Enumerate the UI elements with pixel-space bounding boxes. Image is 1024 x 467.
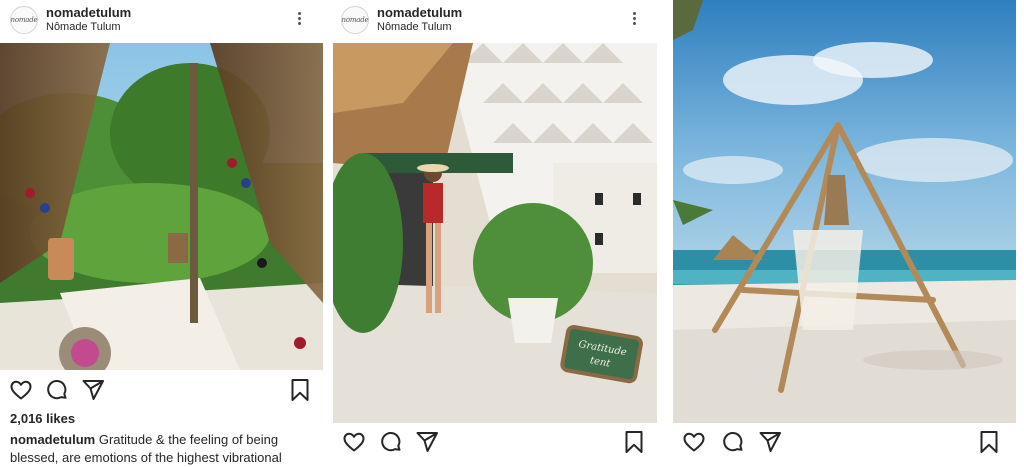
post-photo[interactable] [0, 43, 323, 370]
post-caption: nomadetulum Gratitude & the feeling of b… [10, 431, 310, 467]
share-icon[interactable] [81, 378, 105, 402]
caption-username[interactable]: nomadetulum [10, 432, 95, 447]
avatar[interactable]: nomade [341, 6, 369, 34]
post-photo[interactable]: Gratitude tent [333, 43, 657, 423]
avatar-text: nomade [341, 16, 369, 24]
comment-icon[interactable] [379, 430, 403, 454]
username[interactable]: nomadetulum [46, 5, 131, 20]
post-header: nomade nomadetulum Nômade Tulum [0, 0, 327, 42]
heart-icon[interactable] [9, 378, 33, 402]
share-icon[interactable] [758, 430, 782, 454]
action-bar [671, 430, 1024, 460]
heart-icon[interactable] [342, 430, 366, 454]
post-photo[interactable] [673, 0, 1016, 423]
heart-icon[interactable] [682, 430, 706, 454]
share-icon[interactable] [415, 430, 439, 454]
location[interactable]: Nômade Tulum [377, 21, 452, 33]
bookmark-icon[interactable] [622, 430, 646, 454]
location[interactable]: Nômade Tulum [46, 21, 121, 33]
more-options-icon[interactable] [633, 12, 637, 27]
post-card-1: nomade nomadetulum Nômade Tulum 2,016 li… [0, 0, 327, 467]
more-options-icon[interactable] [298, 12, 302, 27]
post-header: nomade nomadetulum Nômade Tulum [331, 0, 659, 42]
username[interactable]: nomadetulum [377, 5, 462, 20]
avatar-text: nomade [10, 16, 38, 24]
bookmark-icon[interactable] [288, 378, 312, 402]
action-bar [331, 430, 659, 460]
bookmark-icon[interactable] [977, 430, 1001, 454]
post-card-3 [671, 0, 1024, 467]
avatar[interactable]: nomade [10, 6, 38, 34]
action-bar [0, 378, 327, 408]
comment-icon[interactable] [45, 378, 69, 402]
likes-count[interactable]: 2,016 likes [10, 411, 75, 426]
comment-icon[interactable] [721, 430, 745, 454]
post-card-2: nomade nomadetulum Nômade Tulum Gratitud… [331, 0, 659, 467]
